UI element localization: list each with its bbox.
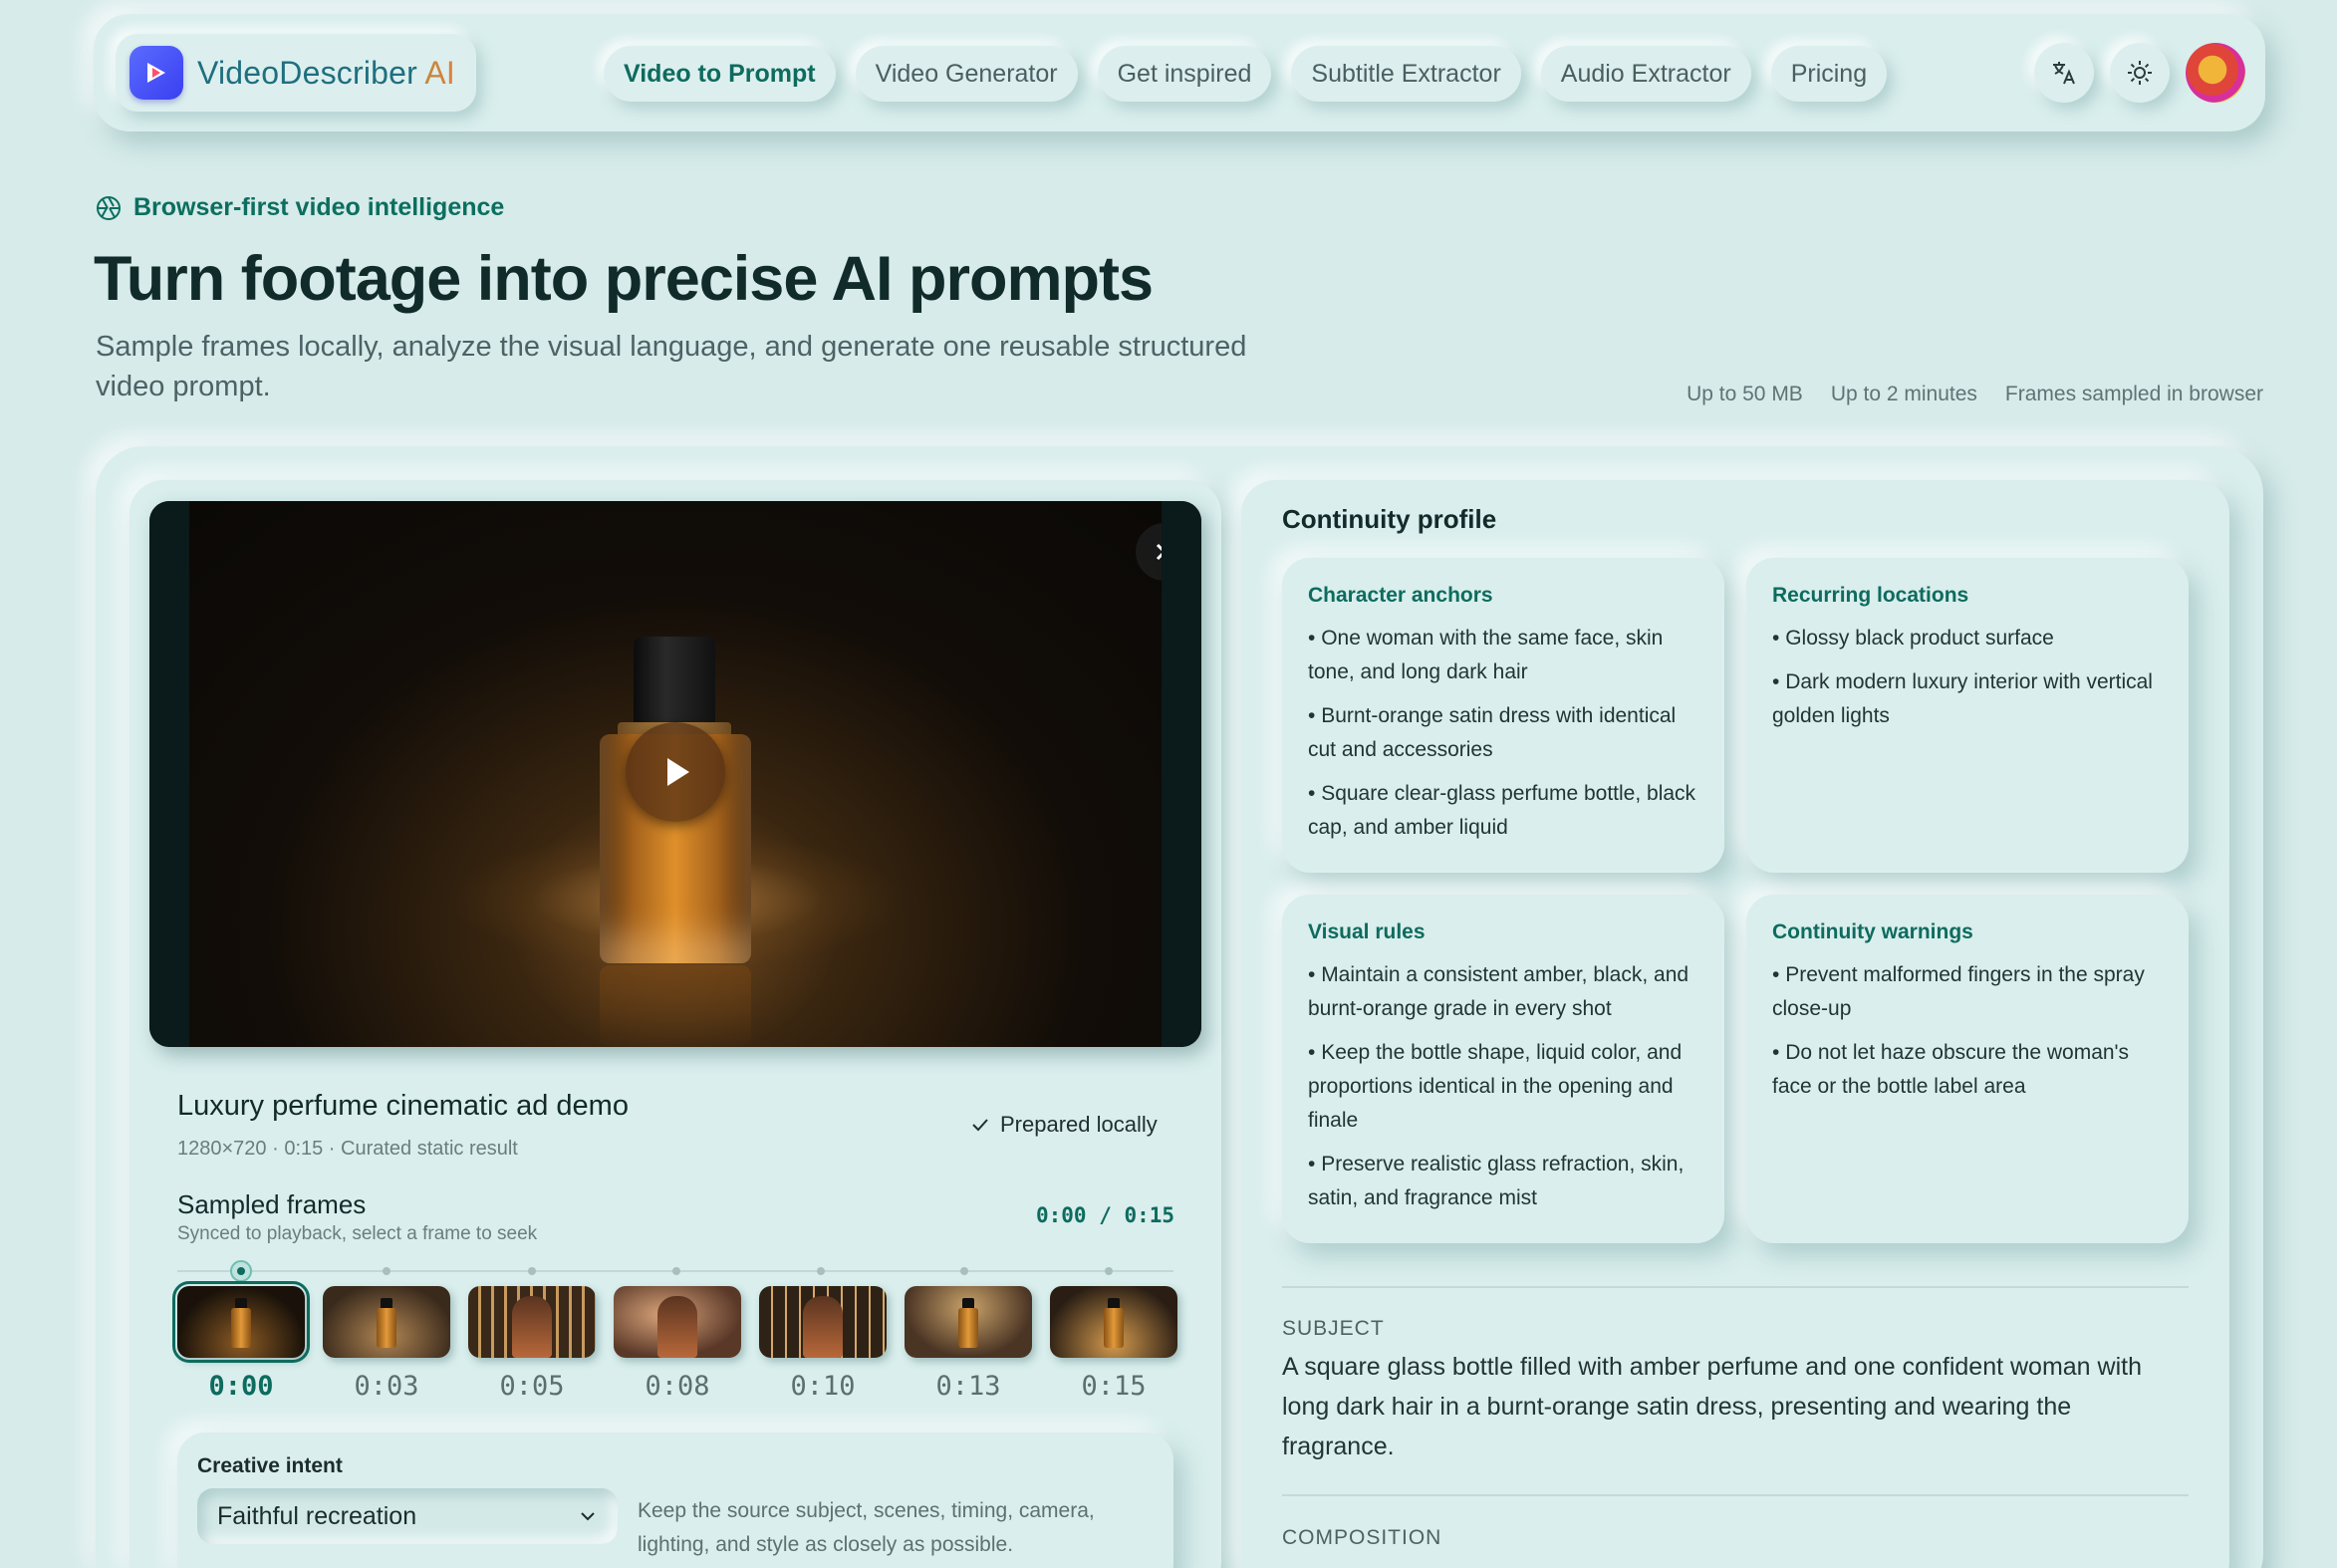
- frame-time[interactable]: 0:13: [905, 1371, 1032, 1402]
- track-marker-active[interactable]: [230, 1260, 252, 1282]
- list-item: Square clear-glass perfume bottle, black…: [1308, 777, 1698, 845]
- track-marker[interactable]: [960, 1267, 968, 1275]
- subject-label: SUBJECT: [1282, 1317, 1385, 1340]
- frame-time[interactable]: 0:15: [1050, 1371, 1177, 1402]
- brand-name-part1: VideoDescriber: [197, 54, 417, 91]
- top-nav: VideoDescriber AI Video to Prompt Video …: [94, 14, 2265, 131]
- nav-links: Video to Prompt Video Generator Get insp…: [604, 46, 1888, 102]
- list-item: Do not let haze obscure the woman's face…: [1772, 1036, 2163, 1104]
- user-avatar[interactable]: [2186, 43, 2245, 103]
- list-item: One woman with the same face, skin tone,…: [1308, 622, 1698, 689]
- brand-name-part2: AI: [424, 54, 455, 91]
- eyebrow-text: Browser-first video intelligence: [133, 193, 505, 221]
- close-video-button[interactable]: [1136, 523, 1193, 581]
- sun-icon[interactable]: [2110, 43, 2170, 103]
- check-icon: [972, 1119, 988, 1132]
- limit-size: Up to 50 MB: [1687, 383, 1803, 405]
- page-subtitle: Sample frames locally, analyze the visua…: [96, 331, 1247, 402]
- nav-link-video-to-prompt[interactable]: Video to Prompt: [604, 46, 836, 102]
- frame-thumbnail[interactable]: [614, 1286, 741, 1358]
- track-marker[interactable]: [817, 1267, 825, 1275]
- frame-thumbnail-selected[interactable]: [172, 1281, 310, 1363]
- frame-time[interactable]: 0:05: [468, 1371, 596, 1402]
- clip-meta: 1280×720 · 0:15 · Curated static result: [177, 1138, 518, 1160]
- clip-title: Luxury perfume cinematic ad demo: [177, 1090, 629, 1122]
- creative-intent-select[interactable]: Faithful recreation: [197, 1488, 618, 1544]
- frame-thumbnail[interactable]: [468, 1286, 596, 1358]
- frame-thumbnail[interactable]: [905, 1286, 1032, 1358]
- visual-rules-box: Visual rules Maintain a consistent amber…: [1282, 895, 1724, 1243]
- recurring-locations-heading: Recurring locations: [1772, 584, 1969, 607]
- limit-duration: Up to 2 minutes: [1830, 383, 1977, 405]
- visual-rules-heading: Visual rules: [1308, 920, 1426, 943]
- chevron-down-icon: [581, 1512, 595, 1521]
- prepared-status: Prepared locally: [970, 1112, 1158, 1138]
- limits-row: Up to 50 MB Up to 2 minutes Frames sampl…: [1687, 383, 2263, 406]
- sampled-frames-title: Sampled frames: [177, 1189, 367, 1219]
- page-title: Turn footage into precise AI prompts: [94, 244, 1154, 314]
- nav-link-subtitle-extractor[interactable]: Subtitle Extractor: [1291, 46, 1521, 102]
- track-marker[interactable]: [528, 1267, 536, 1275]
- list-item: Burnt-orange satin dress with identical …: [1308, 699, 1698, 767]
- list-item: Preserve realistic glass refraction, ski…: [1308, 1148, 1698, 1215]
- character-anchors-heading: Character anchors: [1308, 584, 1493, 607]
- nav-actions: [2034, 43, 2245, 103]
- frame-time[interactable]: 0:10: [759, 1371, 887, 1402]
- continuity-warnings-heading: Continuity warnings: [1772, 920, 1973, 943]
- app-logo-icon: [130, 46, 183, 100]
- creative-intent-label: Creative intent: [197, 1454, 343, 1477]
- frame-time[interactable]: 0:03: [323, 1371, 450, 1402]
- frame-thumbnails: [172, 1281, 1177, 1363]
- creative-intent-description: Keep the source subject, scenes, timing,…: [638, 1499, 1095, 1556]
- frame-thumbnail[interactable]: [323, 1286, 450, 1358]
- recurring-locations-box: Recurring locations Glossy black product…: [1746, 558, 2189, 873]
- list-item: Keep the bottle shape, liquid color, and…: [1308, 1036, 1698, 1138]
- frame-thumbnail[interactable]: [759, 1286, 887, 1358]
- frame-timestamps: 0:00 0:03 0:05 0:08 0:10 0:13 0:15: [177, 1371, 1177, 1402]
- subject-text: A square glass bottle filled with amber …: [1282, 1353, 2142, 1460]
- limit-sampling: Frames sampled in browser: [2004, 383, 2263, 405]
- list-item: Glossy black product surface: [1772, 622, 2163, 655]
- playback-time: 0:00 / 0:15: [1036, 1203, 1175, 1227]
- prepared-status-text: Prepared locally: [1000, 1112, 1158, 1137]
- play-button[interactable]: [626, 722, 725, 822]
- list-item: Prevent malformed fingers in the spray c…: [1772, 958, 2163, 1026]
- character-anchors-box: Character anchors One woman with the sam…: [1282, 558, 1724, 873]
- track-marker[interactable]: [1105, 1267, 1113, 1275]
- video-player[interactable]: [149, 501, 1201, 1047]
- play-icon: [667, 758, 689, 786]
- list-item: Maintain a consistent amber, black, and …: [1308, 958, 1698, 1026]
- composition-label: COMPOSITION: [1282, 1526, 1442, 1549]
- aperture-icon: [97, 195, 121, 220]
- sampled-frames-subtitle: Synced to playback, select a frame to se…: [177, 1223, 538, 1244]
- nav-link-audio-extractor[interactable]: Audio Extractor: [1540, 46, 1751, 102]
- continuity-profile-title: Continuity profile: [1282, 504, 1497, 534]
- frame-time-selected[interactable]: 0:00: [177, 1371, 305, 1402]
- frame-time[interactable]: 0:08: [614, 1371, 741, 1402]
- list-item: Dark modern luxury interior with vertica…: [1772, 665, 2163, 733]
- nav-link-get-inspired[interactable]: Get inspired: [1097, 46, 1272, 102]
- brand-name: VideoDescriber AI: [197, 55, 455, 92]
- close-icon: [1156, 543, 1173, 561]
- nav-link-video-generator[interactable]: Video Generator: [855, 46, 1078, 102]
- track-marker[interactable]: [383, 1267, 390, 1275]
- nav-link-pricing[interactable]: Pricing: [1770, 46, 1888, 102]
- frame-thumbnail[interactable]: [1050, 1286, 1177, 1358]
- bottle-reflection: [600, 965, 751, 1047]
- hero-eyebrow: Browser-first video intelligence: [96, 193, 504, 222]
- creative-intent-value: Faithful recreation: [217, 1501, 417, 1530]
- brand-logo-link[interactable]: VideoDescriber AI: [116, 34, 476, 112]
- track-marker[interactable]: [672, 1267, 680, 1275]
- section-divider: [1282, 1286, 2189, 1288]
- section-divider: [1282, 1494, 2189, 1496]
- continuity-warnings-box: Continuity warnings Prevent malformed fi…: [1746, 895, 2189, 1243]
- translate-icon[interactable]: [2034, 43, 2094, 103]
- bottle-cap: [634, 637, 715, 728]
